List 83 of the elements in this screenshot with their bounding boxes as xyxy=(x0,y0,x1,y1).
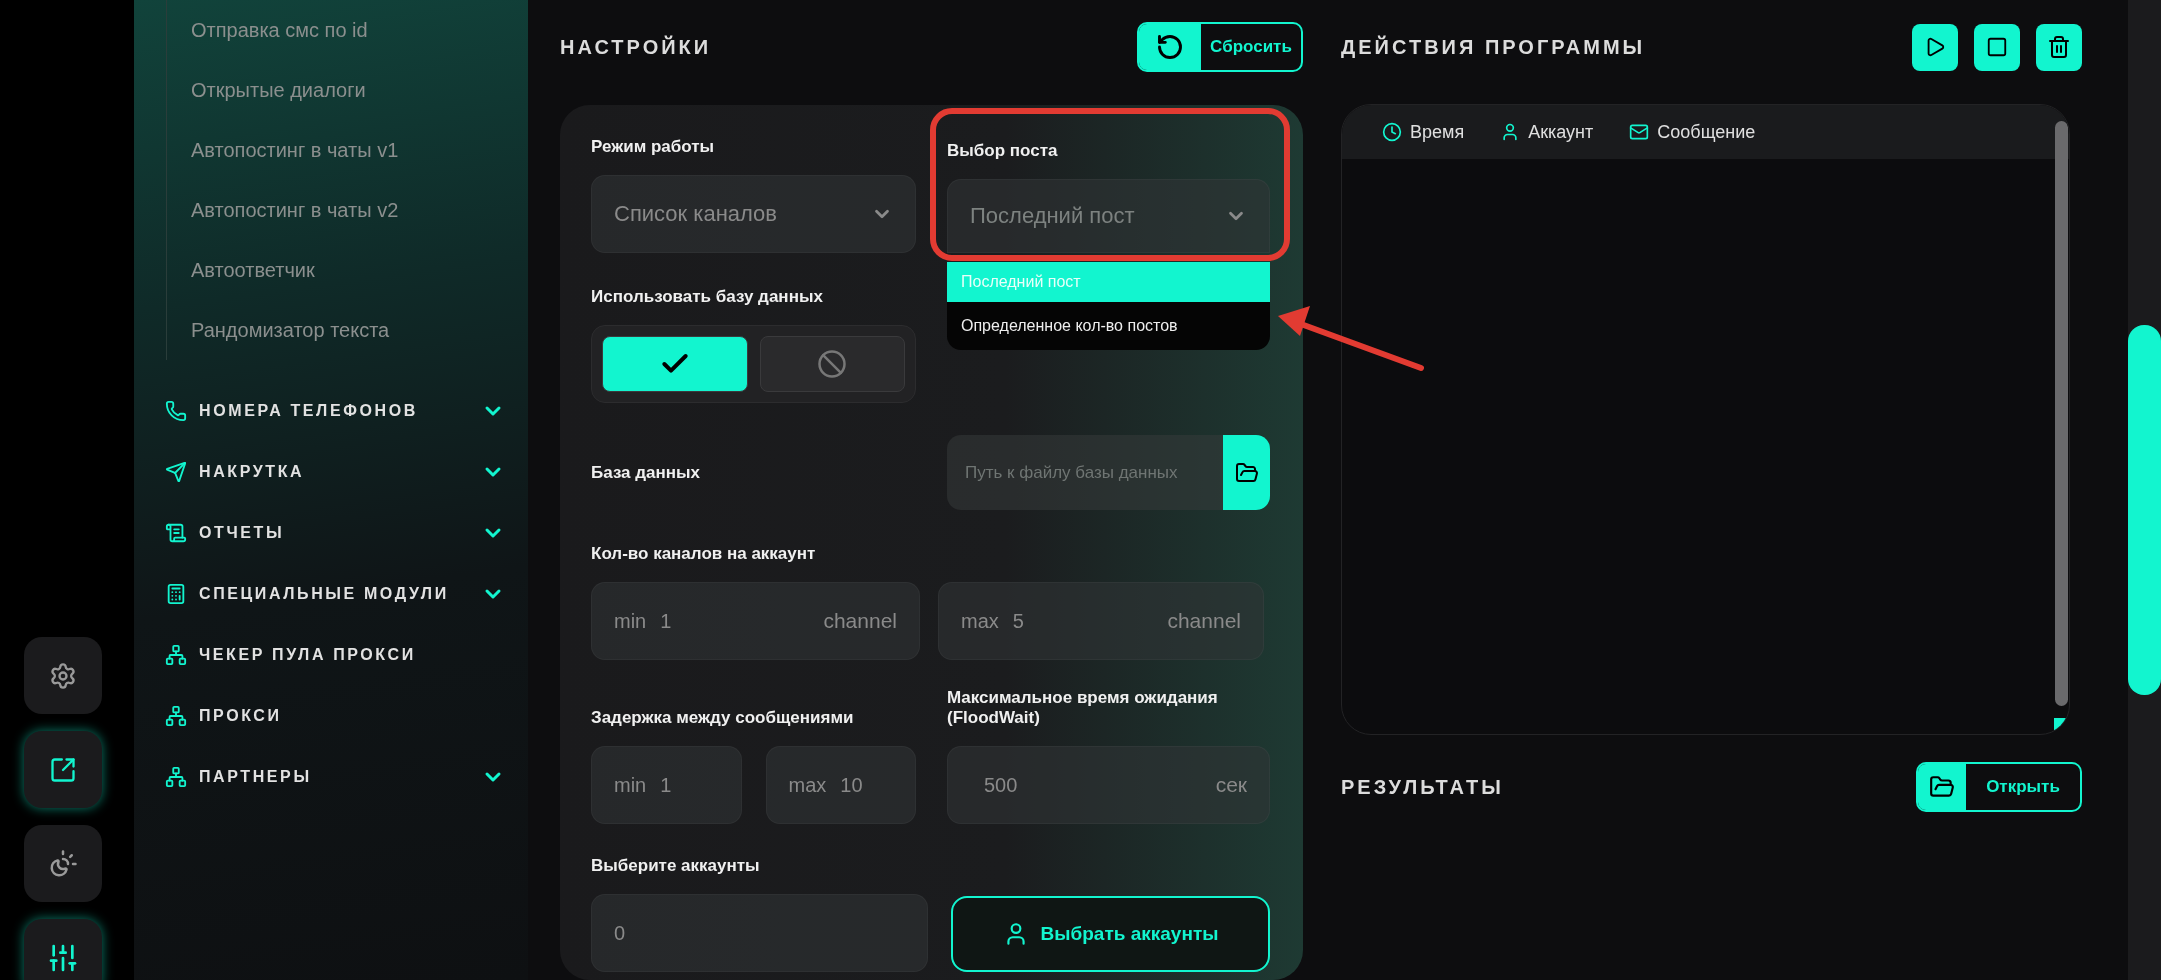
column-header: Сообщение xyxy=(1657,121,1756,143)
sidebar-section[interactable]: НАКРУТКА xyxy=(199,462,305,481)
scrollbar[interactable] xyxy=(2055,121,2068,706)
field-prefix: min xyxy=(614,609,647,633)
stop-button[interactable] xyxy=(1974,23,2020,71)
sidebar-section[interactable]: ПАРТНЕРЫ xyxy=(199,767,312,786)
field-value: 10 xyxy=(840,773,863,797)
number-field[interactable]: min 1 xyxy=(591,746,742,824)
sidebar-section[interactable]: ОТЧЕТЫ xyxy=(199,523,285,542)
number-field[interactable]: max 5 channel xyxy=(938,582,1264,660)
delete-button[interactable] xyxy=(2036,23,2082,71)
open-button[interactable]: Открыть xyxy=(1916,762,2082,812)
field-value: 500 xyxy=(984,773,1018,797)
accounts-count-field[interactable]: 0 xyxy=(591,894,928,972)
sidebar-subitem[interactable]: Рандомизатор текста xyxy=(191,300,528,360)
folder-icon xyxy=(1234,460,1259,485)
ban-icon xyxy=(817,349,848,379)
field-label: Выбор поста xyxy=(947,141,1059,161)
rail-button[interactable] xyxy=(24,919,102,980)
clock-icon xyxy=(1382,122,1402,142)
yes-button[interactable] xyxy=(602,336,748,392)
rail-button[interactable] xyxy=(24,825,102,902)
reset-button[interactable]: Сбросить xyxy=(1137,22,1303,72)
field-prefix: max xyxy=(961,609,999,633)
number-field[interactable]: max 10 xyxy=(765,746,916,824)
column-header: Время xyxy=(1410,121,1465,143)
field-unit: channel xyxy=(1167,609,1241,633)
post-select[interactable]: Последний пост xyxy=(947,179,1270,253)
scrollbar-thumb[interactable] xyxy=(2128,325,2161,695)
sidebar-subitem[interactable]: Автоответчик xyxy=(191,240,528,300)
sidebar-subitem[interactable]: Автопостинг в чаты v1 xyxy=(191,120,528,180)
field-label: Режим работы xyxy=(591,137,716,157)
select-accounts-button[interactable]: Выбрать аккаунты xyxy=(951,896,1270,972)
mode-select[interactable]: Список каналов xyxy=(591,175,916,253)
sidebar-section[interactable]: ПРОКСИ xyxy=(199,706,282,725)
number-field[interactable]: 500 сек xyxy=(947,746,1270,824)
field-unit: сек xyxy=(1215,773,1247,797)
field-label: Задержка между сообщениями xyxy=(591,708,855,728)
field-label: Выберите аккаунты xyxy=(591,856,761,876)
sidebar-subitem[interactable]: Автопостинг в чаты v2 xyxy=(191,180,528,240)
field-label: Максимальное время ожидания (FloodWait) xyxy=(947,688,1219,728)
sidebar-subitem[interactable]: Отправка смс по id xyxy=(191,0,528,60)
external-link-icon xyxy=(49,755,77,784)
phone-icon xyxy=(165,399,187,422)
dropdown-option[interactable]: Определенное кол-во постов xyxy=(947,302,1270,350)
paper-plane-icon xyxy=(165,460,187,483)
no-button[interactable] xyxy=(759,336,905,392)
sidebar-subitem[interactable]: Открытые диалоги xyxy=(191,60,528,120)
field-value: 5 xyxy=(1012,609,1024,633)
sidebar-section[interactable]: СПЕЦИАЛЬНЫЕ МОДУЛИ xyxy=(199,584,449,603)
rail-button[interactable] xyxy=(24,637,102,714)
mail-icon xyxy=(1629,122,1650,142)
number-field[interactable]: min 1 channel xyxy=(591,582,920,660)
section-title: РЕЗУЛЬТАТЫ xyxy=(1341,775,1504,799)
field-label: Кол-во каналов на аккаунт xyxy=(591,544,817,564)
field-value: 1 xyxy=(660,773,672,797)
folder-icon xyxy=(1929,774,1955,800)
network-icon xyxy=(165,704,187,727)
network-icon xyxy=(165,765,187,788)
field-unit: channel xyxy=(823,609,897,633)
field-value: 1 xyxy=(660,609,672,633)
section-title: ДЕЙСТВИЯ ПРОГРАММЫ xyxy=(1341,35,1646,59)
document-icon xyxy=(165,521,187,544)
trash-icon xyxy=(2047,35,2071,59)
reset-icon xyxy=(1156,33,1184,61)
sidebar-section[interactable]: ЧЕКЕР ПУЛА ПРОКСИ xyxy=(199,645,416,664)
play-button[interactable] xyxy=(1912,23,1958,71)
field-prefix: min xyxy=(614,773,647,797)
rail-button[interactable] xyxy=(24,731,102,808)
database-path-field[interactable]: Путь к файлу базы данных xyxy=(947,435,1223,510)
sidebar-section[interactable]: НОМЕРА ТЕЛЕФОНОВ xyxy=(199,401,418,420)
sun-moon-icon xyxy=(48,848,78,879)
settings-icon xyxy=(49,661,77,690)
field-label: Использовать базу данных xyxy=(591,287,824,307)
browse-button[interactable] xyxy=(1223,435,1270,510)
field-label: База данных xyxy=(591,462,702,483)
page-scrollbar[interactable] xyxy=(2128,0,2161,980)
field-prefix: max xyxy=(788,773,827,797)
column-header: Аккаунт xyxy=(1528,121,1594,143)
calculator-icon xyxy=(165,582,187,605)
network-icon xyxy=(165,643,187,666)
stop-icon xyxy=(1986,36,2008,58)
section-title: НАСТРОЙКИ xyxy=(560,35,712,59)
